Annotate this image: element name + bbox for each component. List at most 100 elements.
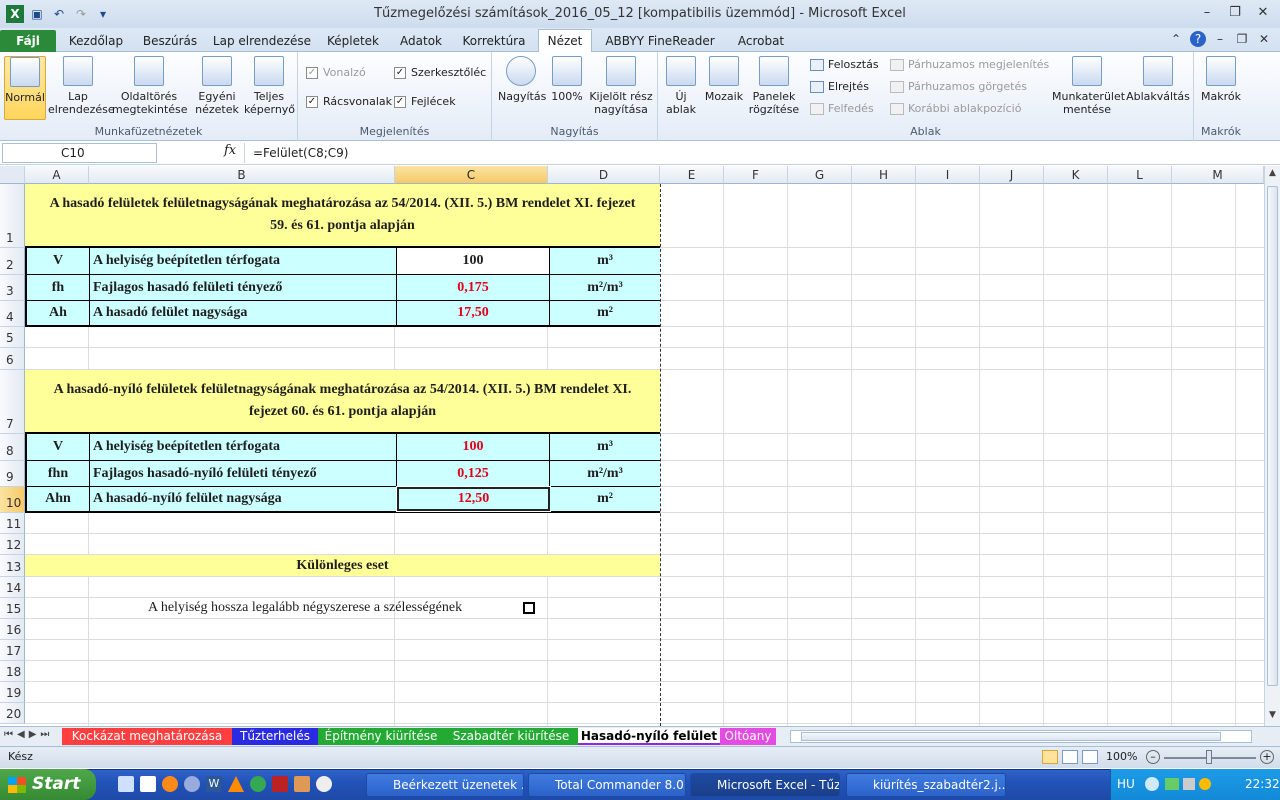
scroll-thumb[interactable]: [1267, 186, 1278, 686]
tray-app-icon[interactable]: [1199, 778, 1211, 790]
taskbar-item-mail[interactable]: Beérkezett üzenetek ...: [366, 773, 524, 797]
tab-file[interactable]: Fájl: [0, 30, 56, 52]
redo-icon[interactable]: ↷: [72, 5, 90, 23]
cell-b2[interactable]: A helyiség beépítetlen térfogata: [90, 248, 397, 275]
cell-c9[interactable]: 0,125: [397, 461, 550, 487]
thunderbird-icon[interactable]: [184, 776, 200, 792]
unhide-button[interactable]: Felfedés: [810, 102, 874, 115]
desktop-icon[interactable]: [118, 776, 134, 792]
save-icon[interactable]: ▣: [28, 5, 46, 23]
tab-abbyy[interactable]: ABBYY FineReader 11: [598, 30, 722, 70]
ruler-checkbox[interactable]: ✓ Vonalzó: [306, 66, 366, 79]
cell-d4[interactable]: m²: [550, 301, 660, 325]
tab-home[interactable]: Kezdőlap: [62, 30, 130, 52]
restore-icon[interactable]: ❐: [1226, 4, 1244, 22]
special-case-header[interactable]: Különleges eset: [25, 555, 660, 576]
app-icon[interactable]: [294, 776, 310, 792]
row-header-5[interactable]: 5: [0, 327, 25, 348]
minimize-icon[interactable]: –: [1198, 4, 1216, 22]
word-icon[interactable]: W: [206, 776, 222, 792]
page-break-button[interactable]: Oldaltörés megtekintése: [112, 56, 188, 116]
row-header-17[interactable]: 17: [0, 640, 25, 661]
cell-c2[interactable]: 100: [397, 248, 550, 275]
hide-button[interactable]: Elrejtés: [810, 80, 869, 93]
row-header-1[interactable]: 1: [0, 184, 25, 248]
zoom-slider-thumb[interactable]: [1206, 750, 1212, 764]
split-button[interactable]: Felosztás: [810, 58, 879, 71]
cell-d10[interactable]: m²: [550, 487, 660, 511]
row-header-2[interactable]: 2: [0, 248, 25, 275]
cell-d8[interactable]: m³: [550, 434, 660, 461]
sheet-nav-icon[interactable]: ⏮◀▶⏭: [4, 729, 53, 740]
page-layout-status-icon[interactable]: [1062, 750, 1078, 764]
cell-b9[interactable]: Fajlagos hasadó-nyíló felületi tényező: [90, 461, 397, 487]
col-header-b[interactable]: B: [89, 166, 395, 184]
h-scroll-thumb[interactable]: [801, 732, 1221, 741]
row-header-11[interactable]: 11: [0, 513, 25, 534]
help-icon[interactable]: ?: [1190, 31, 1206, 47]
save-workspace-button[interactable]: Munkaterület mentése: [1052, 56, 1125, 116]
col-header-i[interactable]: I: [916, 166, 980, 184]
row-header-19[interactable]: 19: [0, 682, 25, 703]
col-header-e[interactable]: E: [660, 166, 724, 184]
sheet-tab-risk[interactable]: Kockázat meghatározása: [62, 728, 232, 745]
section-2-header[interactable]: A hasadó-nyíló felületek felületnagyságá…: [25, 370, 660, 434]
cell-c3[interactable]: 0,175: [397, 275, 550, 301]
sheet-tab-venting[interactable]: Hasadó-nyíló felület: [578, 728, 720, 745]
cell-b4[interactable]: A hasadó felület nagysága: [90, 301, 397, 325]
sheet-tab-fire-load[interactable]: Tűzterhelés: [232, 728, 318, 745]
gridlines-checkbox[interactable]: ✓ Rácsvonalak: [306, 95, 392, 108]
undo-icon[interactable]: ↶: [50, 5, 68, 23]
row-header-16[interactable]: 16: [0, 619, 25, 640]
language-indicator[interactable]: HU: [1117, 769, 1135, 800]
col-header-j[interactable]: J: [980, 166, 1044, 184]
scroll-up-icon[interactable]: ▲: [1267, 168, 1278, 182]
switch-windows-button[interactable]: Ablakváltás: [1126, 56, 1190, 103]
row-header-3[interactable]: 3: [0, 275, 25, 301]
tab-review[interactable]: Korrektúra: [458, 30, 530, 52]
cell-b10[interactable]: A hasadó-nyíló felület nagysága: [90, 487, 397, 511]
normal-view-button[interactable]: Normál: [4, 56, 46, 120]
length-checkbox[interactable]: [523, 602, 535, 614]
section-1-header[interactable]: A hasadó felületek felületnagyságának me…: [25, 184, 660, 248]
row-header-20[interactable]: 20: [0, 703, 25, 724]
zoom-100-button[interactable]: 100%: [548, 56, 586, 103]
cell-d9[interactable]: m²/m³: [550, 461, 660, 487]
media-icon[interactable]: [316, 776, 332, 792]
chrome-icon[interactable]: [250, 776, 266, 792]
sheet-tab-extinguisher[interactable]: Oltóany: [720, 728, 776, 745]
vlc-icon[interactable]: [228, 776, 244, 792]
normal-view-status-icon[interactable]: [1042, 750, 1058, 764]
full-screen-button[interactable]: Teljes képernyő: [244, 56, 295, 116]
row-header-14[interactable]: 14: [0, 577, 25, 598]
macros-button[interactable]: Makrók: [1198, 56, 1244, 103]
cell-a9[interactable]: fhn: [27, 461, 90, 487]
tab-acrobat[interactable]: Acrobat: [730, 30, 792, 52]
col-header-c[interactable]: C: [395, 166, 548, 184]
sheet-tab-open-evac[interactable]: Szabadtér kiürítése: [444, 728, 578, 745]
firefox-icon[interactable]: [162, 776, 178, 792]
arrange-all-button[interactable]: Mozaik: [702, 56, 746, 103]
row-header-6[interactable]: 6: [0, 348, 25, 370]
zoom-in-icon[interactable]: +: [1260, 750, 1274, 764]
row-header-8[interactable]: 8: [0, 434, 25, 461]
row-header-18[interactable]: 18: [0, 661, 25, 682]
collapse-ribbon-icon[interactable]: ⌃: [1168, 31, 1184, 47]
cell-a8[interactable]: V: [27, 434, 90, 461]
vertical-scrollbar[interactable]: ▲ ▼: [1264, 166, 1280, 726]
tray-expand-icon[interactable]: [1145, 777, 1159, 791]
headings-checkbox[interactable]: ✓ Fejlécek: [394, 95, 456, 108]
clock[interactable]: 22:32: [1245, 769, 1280, 800]
doc-minimize-icon[interactable]: –: [1212, 31, 1228, 47]
doc-close-icon[interactable]: ✕: [1256, 31, 1272, 47]
cell-d3[interactable]: m²/m³: [550, 275, 660, 301]
taskbar-item-excel[interactable]: Microsoft Excel - Tűz...: [690, 773, 840, 797]
cell-a3[interactable]: fh: [27, 275, 90, 301]
col-header-a[interactable]: A: [25, 166, 89, 184]
zoom-level[interactable]: 100%: [1106, 747, 1137, 767]
tab-insert[interactable]: Beszúrás: [138, 30, 202, 52]
new-window-button[interactable]: Új ablak: [662, 56, 700, 116]
col-header-f[interactable]: F: [724, 166, 788, 184]
cell-d2[interactable]: m³: [550, 248, 660, 275]
tab-page-layout[interactable]: Lap elrendezése: [210, 30, 314, 52]
